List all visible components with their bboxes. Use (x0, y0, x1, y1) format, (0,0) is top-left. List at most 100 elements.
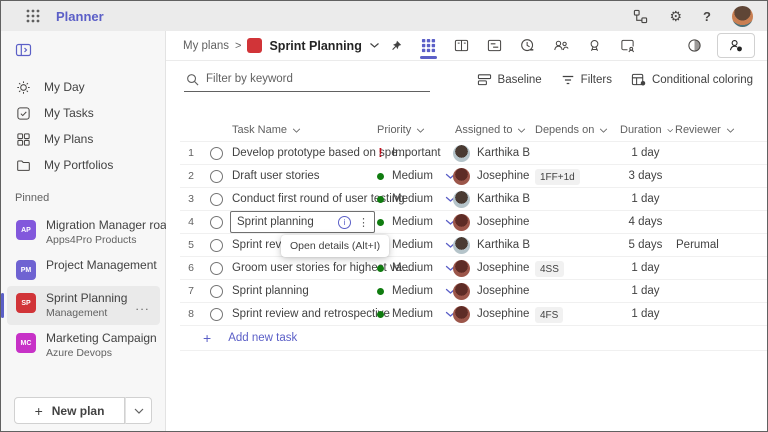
tab-grid-view[interactable] (421, 31, 436, 61)
sidebar-item-my-day[interactable]: My Day (1, 74, 165, 100)
task-name-cell[interactable]: Conduct first round of user testing (230, 188, 375, 210)
priority-cell[interactable]: Medium (375, 308, 453, 320)
open-details-icon[interactable]: i (338, 216, 351, 229)
column-header-priority[interactable]: Priority (375, 124, 453, 136)
assignee-cell[interactable]: Josephine (453, 283, 533, 300)
pin-icon[interactable] (390, 40, 402, 52)
complete-cell (202, 285, 230, 298)
priority-cell[interactable]: Medium (375, 262, 453, 274)
task-name-cell[interactable]: Sprint planningi⋮ (230, 211, 375, 233)
complete-circle[interactable] (210, 216, 223, 229)
assignee-cell[interactable]: Karthika B (453, 191, 533, 208)
task-name: Sprint review and retrospective (232, 308, 390, 320)
task-name-cell[interactable]: Sprint planning (230, 280, 375, 302)
pinned-plan-marketing-campaign[interactable]: MC Marketing Campaign Azure Devops (7, 326, 160, 365)
column-header-reviewer[interactable]: Reviewer (673, 124, 767, 136)
complete-circle[interactable] (210, 147, 223, 160)
complete-circle[interactable] (210, 285, 223, 298)
complete-circle[interactable] (210, 170, 223, 183)
account-avatar[interactable] (732, 6, 753, 27)
assignee-cell[interactable]: Karthika B (453, 145, 533, 162)
row-number: 2 (180, 170, 202, 182)
new-plan-dropdown-button[interactable] (125, 397, 152, 424)
dependency-badge[interactable]: 1FF+1d (535, 169, 580, 185)
plan-icon: AP (16, 220, 36, 240)
task-more-icon[interactable]: ⋮ (358, 216, 369, 229)
complete-circle[interactable] (210, 193, 223, 206)
members-share-button[interactable] (717, 33, 755, 58)
column-header-depends-on[interactable]: Depends on (533, 124, 618, 136)
plan-title: Sprint Planning (269, 39, 361, 53)
task-row[interactable]: 8Sprint review and retrospectiveMediumJo… (180, 303, 767, 326)
column-header-duration[interactable]: Duration (618, 124, 673, 136)
task-name: Draft user stories (232, 170, 320, 182)
assignee-cell[interactable]: Josephine (453, 260, 533, 277)
baseline-button[interactable]: Baseline (477, 72, 542, 87)
task-row[interactable]: 4Sprint planningi⋮MediumJosephine4 days (180, 211, 767, 234)
filters-button[interactable]: Filters (561, 73, 612, 87)
priority-cell[interactable]: Medium (375, 170, 453, 182)
task-row[interactable]: 1 Develop prototype based on spe…!Importa… (180, 142, 767, 165)
workflow-icon[interactable] (633, 9, 648, 24)
add-new-task-button[interactable]: + Add new task (180, 326, 767, 351)
plus-icon: + (203, 330, 211, 346)
priority-cell[interactable]: Medium (375, 216, 453, 228)
complete-circle[interactable] (210, 308, 223, 321)
task-name-cell[interactable]: Sprint review and retrospective (230, 303, 375, 325)
column-label: Priority (377, 124, 411, 136)
task-row[interactable]: 2 Draft user stories MediumJosephine1FF+1d… (180, 165, 767, 188)
new-plan-button[interactable]: + New plan (14, 397, 125, 424)
priority-medium-dot (377, 288, 384, 295)
plan-title-chevron-icon[interactable] (369, 42, 380, 49)
priority-cell[interactable]: Medium (375, 285, 453, 297)
tab-assignments-view[interactable] (620, 31, 635, 61)
plan-more-icon[interactable]: ... (135, 299, 152, 313)
pinned-plan-text: Marketing Campaign Azure Devops (46, 331, 152, 360)
pinned-plan-subtitle: Apps4Pro Products (46, 234, 152, 248)
complete-circle[interactable] (210, 239, 223, 252)
assignee-cell[interactable]: Josephine (453, 306, 533, 323)
sidebar-item-my-plans[interactable]: My Plans (1, 126, 165, 152)
priority-label: Important (392, 147, 441, 159)
filter-search-box[interactable] (184, 68, 430, 92)
app-launcher-icon[interactable] (26, 9, 40, 23)
sidebar-item-my-tasks[interactable]: My Tasks (1, 100, 165, 126)
task-name-cell[interactable]: Develop prototype based on spe… (230, 142, 375, 164)
collapse-panel-icon[interactable] (15, 42, 32, 58)
priority-cell[interactable]: !Important (375, 146, 453, 160)
complete-circle[interactable] (210, 262, 223, 275)
task-row[interactable]: 6Groom user stories for highest va…Mediu… (180, 257, 767, 280)
tab-board-view[interactable] (454, 31, 469, 61)
task-row[interactable]: 5Sprint reviewMediumKarthika B5 daysPeru… (180, 234, 767, 257)
conditional-coloring-button[interactable]: Conditional coloring (631, 72, 753, 87)
assignee-cell[interactable]: Karthika B (453, 237, 533, 254)
view-tabs (421, 31, 635, 61)
dependency-badge[interactable]: 4SS (535, 261, 564, 277)
column-header-assigned-to[interactable]: Assigned to (453, 124, 533, 136)
pinned-plan-sprint-planning[interactable]: SP Sprint Planning Management ... (7, 286, 160, 325)
sidebar-item-my-portfolios[interactable]: My Portfolios (1, 152, 165, 178)
theme-contrast-icon[interactable] (687, 38, 702, 53)
duration-cell: 4 days (618, 216, 673, 228)
task-row[interactable]: 3Conduct first round of user testingMedi… (180, 188, 767, 211)
settings-gear-icon[interactable]: ⚙ (669, 9, 682, 23)
help-icon[interactable]: ? (703, 9, 711, 24)
tab-goals-view[interactable] (587, 31, 602, 61)
task-name-cell[interactable]: Groom user stories for highest va… (230, 257, 375, 279)
task-name-cell[interactable]: Draft user stories (230, 165, 375, 187)
filter-keyword-input[interactable] (206, 73, 428, 85)
priority-cell[interactable]: Medium (375, 193, 453, 205)
assignee-name: Karthika B (477, 239, 530, 251)
column-header-task-name[interactable]: Task Name (230, 124, 375, 136)
assignee-cell[interactable]: Josephine (453, 214, 533, 231)
tab-charts-view[interactable] (520, 31, 535, 61)
row-number: 1 (180, 147, 202, 159)
tab-timeline-view[interactable] (487, 31, 502, 61)
pinned-plan-migration-manager[interactable]: AP Migration Manager roadmap Apps4Pro Pr… (7, 213, 160, 252)
tab-people-view[interactable] (553, 31, 569, 61)
dependency-badge[interactable]: 4FS (535, 307, 563, 323)
assignee-cell[interactable]: Josephine (453, 168, 533, 185)
breadcrumb-my-plans[interactable]: My plans (183, 40, 229, 52)
pinned-plan-project-management[interactable]: PM Project Management (7, 253, 160, 285)
task-row[interactable]: 7Sprint planningMediumJosephine1 day (180, 280, 767, 303)
